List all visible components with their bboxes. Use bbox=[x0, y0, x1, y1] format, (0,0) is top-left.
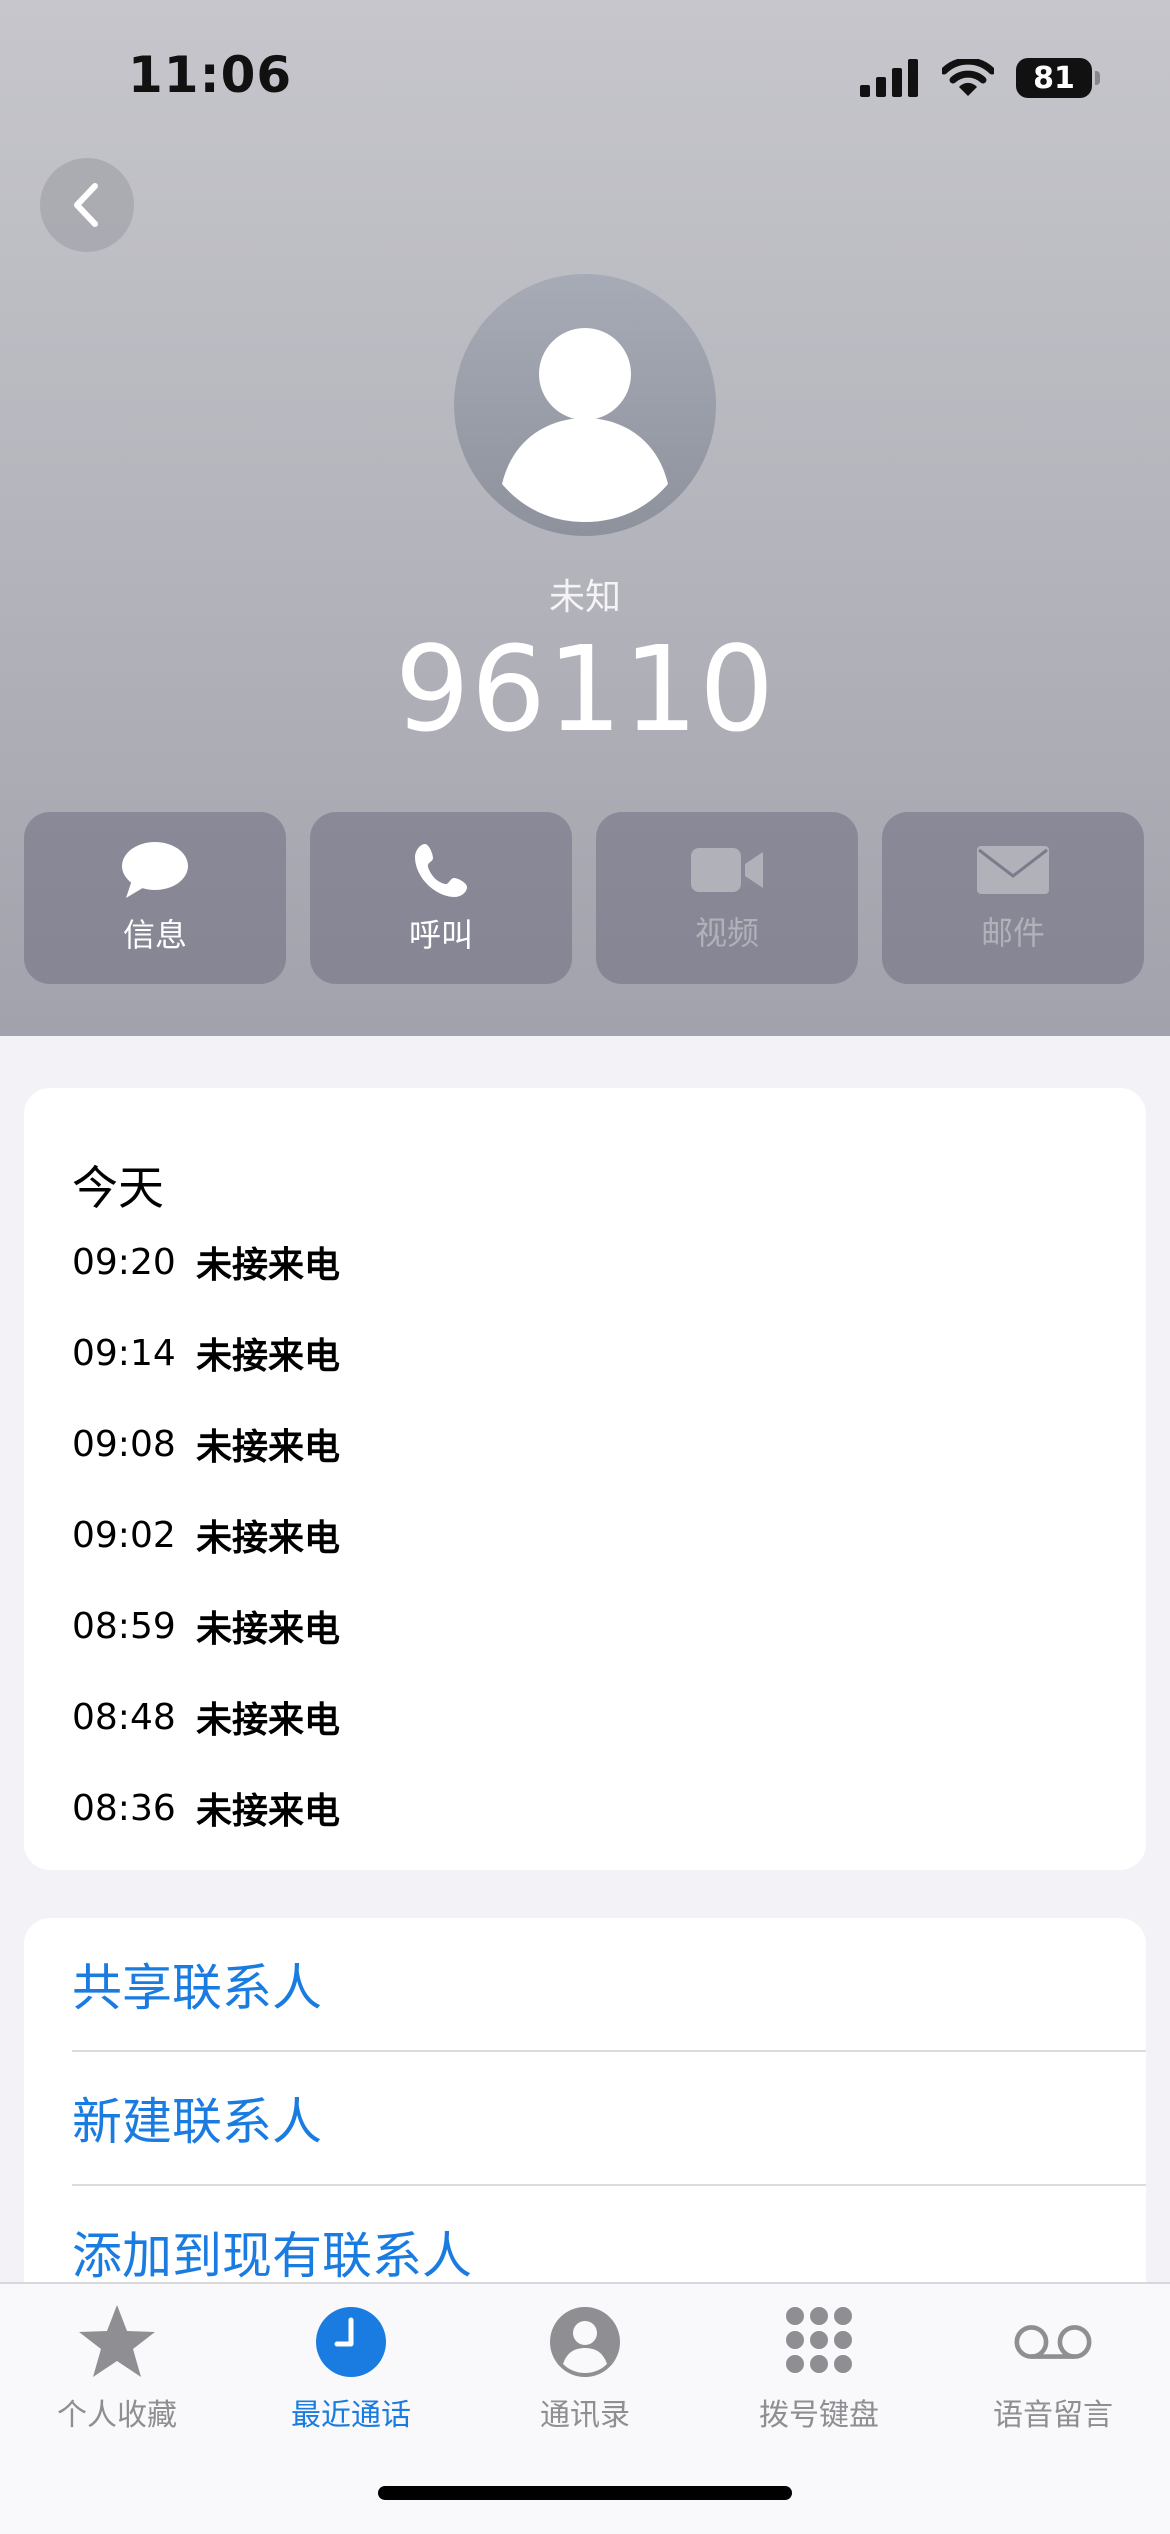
call-row: 09:08 未接来电 bbox=[72, 1414, 340, 1474]
status-time: 11:06 bbox=[128, 46, 293, 104]
call-row: 09:14 未接来电 bbox=[72, 1323, 340, 1383]
cellular-signal-icon bbox=[860, 59, 918, 97]
tab-recents-label: 最近通话 bbox=[291, 2398, 411, 2433]
clock-icon bbox=[316, 2307, 386, 2377]
call-time: 09:02 bbox=[72, 1514, 176, 1556]
mail-icon bbox=[977, 846, 1049, 894]
chevron-left-icon bbox=[74, 183, 98, 227]
call-type: 未接来电 bbox=[196, 1609, 341, 1650]
caller-label: 未知 bbox=[548, 577, 621, 618]
message-icon bbox=[122, 842, 188, 898]
call-time: 09:08 bbox=[72, 1423, 176, 1465]
call-time: 08:48 bbox=[72, 1696, 176, 1738]
tab-keypad[interactable]: 拨号键盘 bbox=[702, 2302, 936, 2442]
mail-label: 邮件 bbox=[980, 914, 1045, 952]
tab-contacts[interactable]: 通讯录 bbox=[468, 2302, 702, 2442]
tab-contacts-label: 通讯录 bbox=[540, 2398, 630, 2433]
call-time: 09:14 bbox=[72, 1332, 176, 1374]
tab-voicemail[interactable]: 语音留言 bbox=[936, 2302, 1170, 2442]
call-time: 09:20 bbox=[72, 1241, 176, 1283]
call-button[interactable]: 呼叫 bbox=[310, 812, 572, 984]
call-type: 未接来电 bbox=[196, 1791, 341, 1832]
battery-level: 81 bbox=[1033, 60, 1075, 96]
call-label: 呼叫 bbox=[408, 916, 473, 954]
tab-recents[interactable]: 最近通话 bbox=[234, 2302, 468, 2442]
contact-actions-card: 共享联系人 新建联系人 添加到现有联系人 bbox=[24, 1918, 1146, 2338]
call-row: 09:02 未接来电 bbox=[72, 1505, 340, 1565]
phone-icon bbox=[415, 844, 467, 897]
voicemail-icon bbox=[1014, 2325, 1092, 2359]
contact-avatar bbox=[454, 274, 716, 536]
person-circle-icon bbox=[550, 2307, 620, 2377]
call-type: 未接来电 bbox=[196, 1336, 341, 1377]
message-button[interactable]: 信息 bbox=[24, 812, 286, 984]
day-title: 今天 bbox=[72, 1161, 164, 1215]
call-row: 08:36 未接来电 bbox=[72, 1778, 340, 1838]
caller-number: 96110 bbox=[394, 620, 776, 758]
call-type: 未接来电 bbox=[196, 1700, 341, 1741]
home-indicator[interactable] bbox=[378, 2486, 792, 2500]
status-icons: 81 bbox=[860, 56, 1100, 100]
tab-favorites-label: 个人收藏 bbox=[57, 2398, 177, 2433]
video-label: 视频 bbox=[694, 914, 759, 952]
call-time: 08:36 bbox=[72, 1787, 176, 1829]
share-contact-link[interactable]: 共享联系人 bbox=[72, 1918, 1146, 2050]
mail-button[interactable]: 邮件 bbox=[882, 812, 1144, 984]
video-icon bbox=[691, 848, 763, 892]
new-contact-link[interactable]: 新建联系人 bbox=[72, 2052, 1146, 2184]
tab-keypad-label: 拨号键盘 bbox=[759, 2398, 879, 2433]
call-type: 未接来电 bbox=[196, 1427, 341, 1468]
action-buttons: 信息 呼叫 视频 邮件 bbox=[24, 812, 1146, 984]
tab-voicemail-label: 语音留言 bbox=[993, 2398, 1113, 2433]
star-icon bbox=[79, 2305, 155, 2377]
person-silhouette-icon bbox=[502, 328, 668, 522]
keypad-icon bbox=[786, 2307, 852, 2373]
back-button[interactable] bbox=[40, 158, 134, 252]
call-row: 09:20 未接来电 bbox=[72, 1232, 340, 1292]
call-row: 08:48 未接来电 bbox=[72, 1687, 340, 1747]
call-type: 未接来电 bbox=[196, 1245, 341, 1286]
battery-icon: 81 bbox=[1016, 58, 1100, 98]
call-row: 08:59 未接来电 bbox=[72, 1596, 340, 1656]
call-type: 未接来电 bbox=[196, 1518, 341, 1559]
tab-favorites[interactable]: 个人收藏 bbox=[0, 2302, 234, 2442]
message-label: 信息 bbox=[122, 916, 187, 954]
call-time: 08:59 bbox=[72, 1605, 176, 1647]
call-history-card: 今天 09:20 未接来电 09:14 未接来电 09:08 未接来电 09:0… bbox=[24, 1088, 1146, 1870]
wifi-icon bbox=[942, 59, 994, 96]
video-button[interactable]: 视频 bbox=[596, 812, 858, 984]
